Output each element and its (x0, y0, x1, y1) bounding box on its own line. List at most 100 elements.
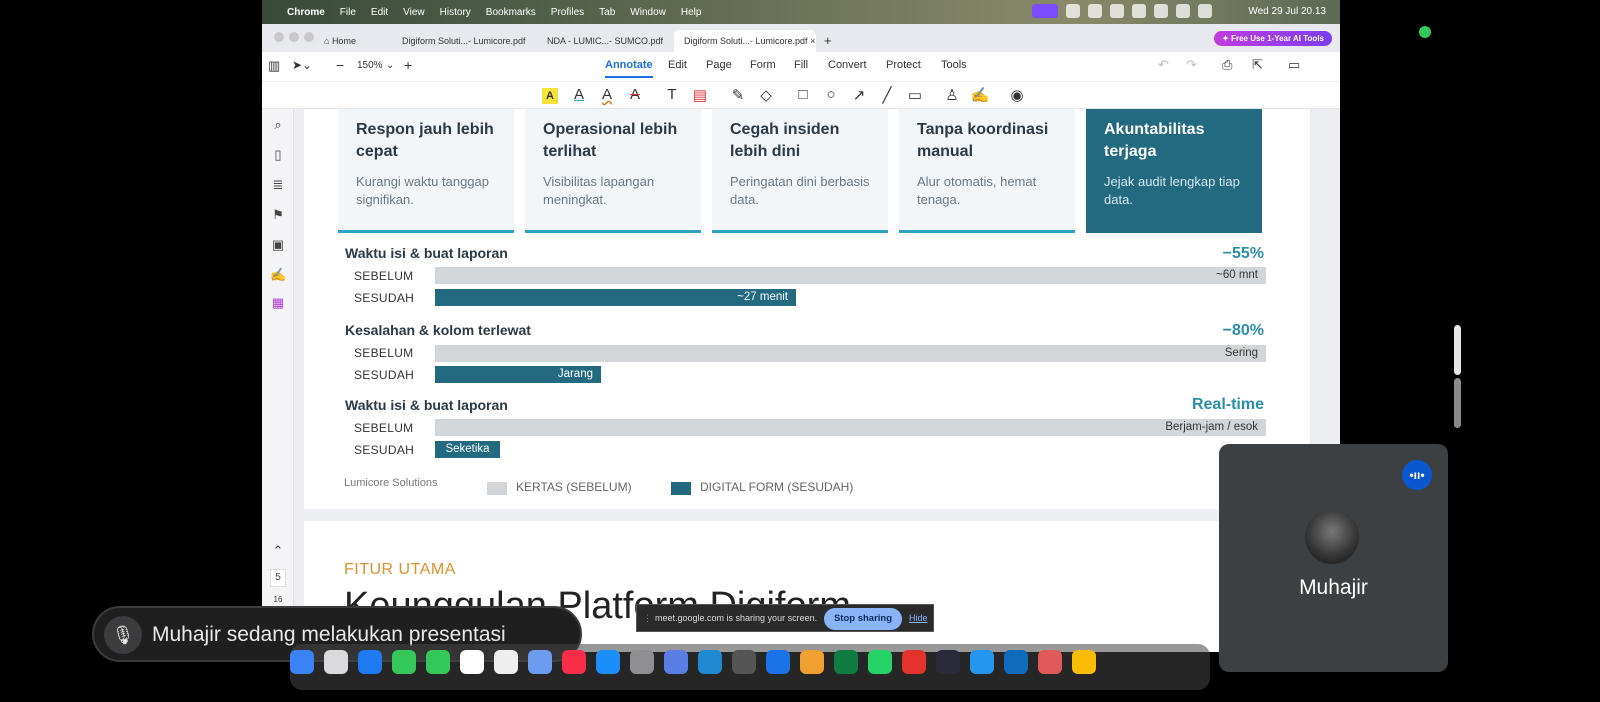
form-fields-icon[interactable]: ▣ (270, 237, 286, 253)
sidebar-toggle-icon[interactable]: ▥ (268, 58, 280, 74)
menu-history[interactable]: History (440, 7, 471, 18)
launchpad-icon[interactable] (324, 650, 348, 674)
maps-icon[interactable] (766, 650, 790, 674)
strikethrough-icon[interactable]: A (625, 86, 645, 103)
signature-icon[interactable]: ✍ (970, 86, 990, 104)
menu-bookmarks[interactable]: Bookmarks (486, 7, 536, 18)
arrow-icon[interactable]: ↗ (849, 86, 869, 104)
screen-share-status-icon[interactable] (1032, 4, 1058, 18)
battery-icon[interactable] (1198, 4, 1212, 18)
menu-window[interactable]: Window (630, 7, 666, 18)
pencil-icon[interactable]: ✎ (728, 86, 748, 104)
settings-icon[interactable] (630, 650, 654, 674)
print-icon[interactable]: ⎙ (1222, 57, 1232, 73)
menu-edit[interactable]: Edit (371, 7, 388, 18)
menu-app[interactable]: Chrome (287, 7, 325, 18)
window-zoom-button[interactable] (304, 32, 314, 42)
mic-off-icon[interactable]: 🎙 (104, 616, 142, 654)
document-canvas[interactable]: Respon jauh lebih cepat Kurangi waktu ta… (294, 109, 1340, 652)
sync-icon[interactable] (1110, 4, 1124, 18)
select-tool-icon[interactable]: ➤⌄ (292, 58, 312, 72)
tab-home[interactable]: ⌂ Home (314, 30, 366, 52)
comment-icon[interactable]: ▤ (690, 86, 710, 104)
menu-profiles[interactable]: Profiles (551, 7, 584, 18)
app-icon[interactable] (800, 650, 824, 674)
window-close-button[interactable] (274, 32, 284, 42)
hide-button[interactable]: Hide (909, 613, 928, 623)
menu-edit-pdf[interactable]: Edit (668, 59, 687, 71)
undo-icon[interactable]: ↶ (1158, 57, 1169, 73)
menu-help[interactable]: Help (681, 7, 702, 18)
ai-icon[interactable]: ▦ (270, 295, 286, 311)
layout-icon[interactable]: ▭ (1288, 57, 1300, 73)
tab-digiform-1[interactable]: Digiform Soluti...- Lumicore.pdf (392, 30, 536, 52)
page-number-input[interactable]: 5 (270, 569, 286, 587)
zoom-level[interactable]: 150% (357, 60, 383, 71)
notes-icon[interactable] (494, 650, 518, 674)
whatsapp-icon[interactable] (868, 650, 892, 674)
scroll-handle[interactable] (1454, 325, 1461, 375)
line-icon[interactable]: ╱ (877, 86, 897, 104)
circle-icon[interactable]: ○ (821, 86, 841, 103)
search-icon[interactable]: ⌕ (270, 117, 286, 133)
app-store-icon[interactable] (596, 650, 620, 674)
zoom-out-icon[interactable]: − (336, 57, 344, 73)
menu-fill[interactable]: Fill (794, 59, 808, 71)
redo-icon[interactable]: ↷ (1186, 57, 1197, 73)
stop-sharing-button[interactable]: Stop sharing (824, 608, 902, 630)
menu-protect[interactable]: Protect (886, 59, 921, 71)
gauge-icon[interactable] (1088, 4, 1102, 18)
eye-icon[interactable]: ◉ (1007, 86, 1027, 104)
excel-icon[interactable] (834, 650, 858, 674)
help-icon[interactable] (732, 650, 756, 674)
squiggly-icon[interactable]: A (597, 86, 617, 103)
menu-convert[interactable]: Convert (828, 59, 867, 71)
messages-icon[interactable] (392, 650, 416, 674)
safari-icon[interactable] (358, 650, 382, 674)
drag-handle-icon[interactable]: ⋮ (643, 613, 652, 624)
app-icon[interactable] (936, 650, 960, 674)
music-icon[interactable] (562, 650, 586, 674)
menu-tools[interactable]: Tools (941, 59, 967, 71)
tab-digiform-active[interactable]: Digiform Soluti...- Lumicore.pdf × (674, 30, 816, 52)
rectangle-icon[interactable]: □ (793, 86, 813, 103)
stamp-icon[interactable]: ♙ (942, 86, 962, 104)
share-icon[interactable]: ⇱ (1252, 57, 1263, 73)
pages-icon[interactable]: ▯ (270, 147, 286, 163)
vpn-icon[interactable] (1154, 4, 1168, 18)
promo-button[interactable]: ✦ Free Use 1-Year AI Tools (1214, 31, 1332, 46)
app-icon[interactable] (528, 650, 552, 674)
app-icon[interactable] (1038, 650, 1062, 674)
wifi-icon[interactable] (1176, 4, 1190, 18)
menu-file[interactable]: File (340, 7, 356, 18)
chrome-icon[interactable] (1072, 650, 1096, 674)
measure-icon[interactable]: ▭ (905, 86, 925, 104)
underline-icon[interactable]: A (569, 86, 589, 103)
app-icon[interactable] (664, 650, 688, 674)
scroll-handle[interactable] (1454, 378, 1461, 428)
signature-panel-icon[interactable]: ✍ (270, 267, 286, 283)
cloud-icon[interactable] (1132, 4, 1146, 18)
plus-circle-icon[interactable] (1066, 4, 1080, 18)
outlook-icon[interactable] (1004, 650, 1028, 674)
zoom-in-icon[interactable]: + (404, 57, 412, 73)
chevron-up-icon[interactable]: ⌃ (270, 543, 286, 559)
menu-page[interactable]: Page (706, 59, 732, 71)
facetime-icon[interactable] (426, 650, 450, 674)
pdf-app-icon[interactable] (902, 650, 926, 674)
bookmark-icon[interactable]: ⚑ (270, 207, 286, 223)
highlight-icon[interactable]: A (542, 88, 558, 104)
tab-nda[interactable]: NDA - LUMIC...- SUMCO.pdf (537, 30, 673, 52)
menu-annotate[interactable]: Annotate (605, 59, 653, 78)
calendar-icon[interactable] (460, 650, 484, 674)
eraser-icon[interactable]: ◇ (756, 86, 776, 104)
zoom-dropdown-icon[interactable]: ⌄ (386, 60, 394, 71)
text-tool-icon[interactable]: T (662, 86, 682, 103)
finder-icon[interactable] (290, 650, 314, 674)
vscode-icon[interactable] (698, 650, 722, 674)
menu-tab[interactable]: Tab (599, 7, 615, 18)
docker-icon[interactable] (970, 650, 994, 674)
new-tab-button[interactable]: + (814, 30, 842, 52)
window-minimize-button[interactable] (289, 32, 299, 42)
menu-view[interactable]: View (403, 7, 425, 18)
